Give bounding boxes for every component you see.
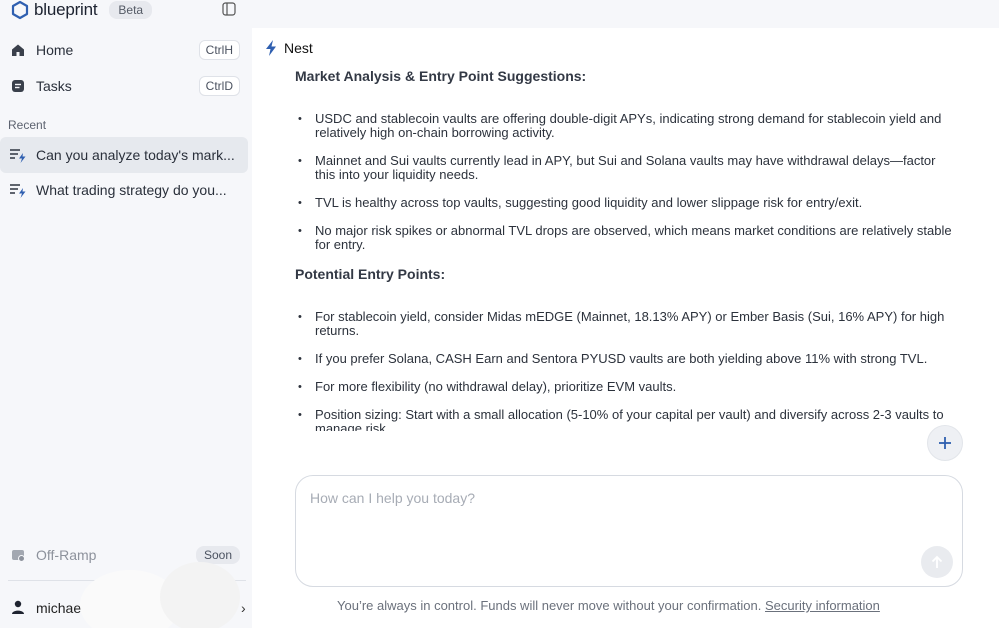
list-item: If you prefer Solana, CASH Earn and Sent… <box>295 352 955 367</box>
arrow-up-icon <box>931 555 943 568</box>
sidebar-item-label: Home <box>36 42 74 58</box>
chat-history-icon <box>10 149 26 163</box>
brand[interactable]: blueprint Beta <box>10 0 153 20</box>
message-composer <box>295 475 963 587</box>
bullet-list: For stablecoin yield, consider Midas mED… <box>295 310 955 432</box>
agent-header: Nest <box>264 40 313 56</box>
shortcut-badge: CtrlD <box>198 76 240 96</box>
sidebar-item-tasks[interactable]: Tasks CtrlD <box>0 69 248 103</box>
top-bar <box>252 0 999 28</box>
list-item: TVL is healthy across top vaults, sugges… <box>295 196 955 211</box>
list-item: Mainnet and Sui vaults currently lead in… <box>295 154 955 182</box>
off-ramp-icon <box>12 550 25 562</box>
agent-name: Nest <box>284 40 313 56</box>
section-title: Potential Entry Points: <box>295 266 446 282</box>
beta-badge: Beta <box>109 1 153 19</box>
list-item: For more flexibility (no withdrawal dela… <box>295 380 955 395</box>
footer-disclaimer: You’re always in control. Funds will nev… <box>337 598 880 613</box>
list-item: USDC and stablecoin vaults are offering … <box>295 112 955 140</box>
list-item: Position sizing: Start with a small allo… <box>295 408 955 432</box>
send-button[interactable] <box>921 546 953 578</box>
user-avatar-icon <box>12 600 24 614</box>
blueprint-logo-icon <box>11 0 29 20</box>
recent-chat-label: Can you analyze today's mark... <box>36 147 235 163</box>
user-menu[interactable]: michae › <box>0 562 250 628</box>
recent-chat-item[interactable]: What trading strategy do you... <box>0 172 248 208</box>
redaction-blur <box>160 562 240 628</box>
chevron-right-icon: › <box>241 600 246 616</box>
tasks-icon <box>12 80 24 92</box>
home-icon <box>12 44 24 56</box>
add-button[interactable] <box>927 425 963 461</box>
security-information-link[interactable]: Security information <box>765 598 880 613</box>
sidebar: blueprint Beta Home CtrlH Tasks CtrlD Re… <box>0 0 252 628</box>
section-title: Market Analysis & Entry Point Suggestion… <box>295 68 587 84</box>
recent-chat-label: What trading strategy do you... <box>36 182 227 198</box>
bullet-list: USDC and stablecoin vaults are offering … <box>295 112 955 252</box>
sidebar-toggle-icon[interactable] <box>222 2 236 16</box>
lightning-icon <box>266 40 276 56</box>
plus-icon <box>939 437 951 449</box>
sidebar-item-label: Tasks <box>36 78 72 94</box>
list-item: For stablecoin yield, consider Midas mED… <box>295 310 955 338</box>
shortcut-badge: CtrlH <box>198 40 240 60</box>
sidebar-item-home[interactable]: Home CtrlH <box>0 33 248 67</box>
recent-section-title: Recent <box>8 118 47 132</box>
off-ramp-label: Off-Ramp <box>36 547 97 563</box>
user-name: michae <box>36 600 82 616</box>
brand-name: blueprint <box>34 0 98 19</box>
chat-history-icon <box>10 184 26 198</box>
message-input[interactable] <box>310 490 910 550</box>
recent-chat-item[interactable]: Can you analyze today's mark... <box>0 137 248 173</box>
list-item: No major risk spikes or abnormal TVL dro… <box>295 224 955 252</box>
footer-text: You’re always in control. Funds will nev… <box>337 598 762 613</box>
assistant-message: Market Analysis & Entry Point Suggestion… <box>295 68 955 431</box>
